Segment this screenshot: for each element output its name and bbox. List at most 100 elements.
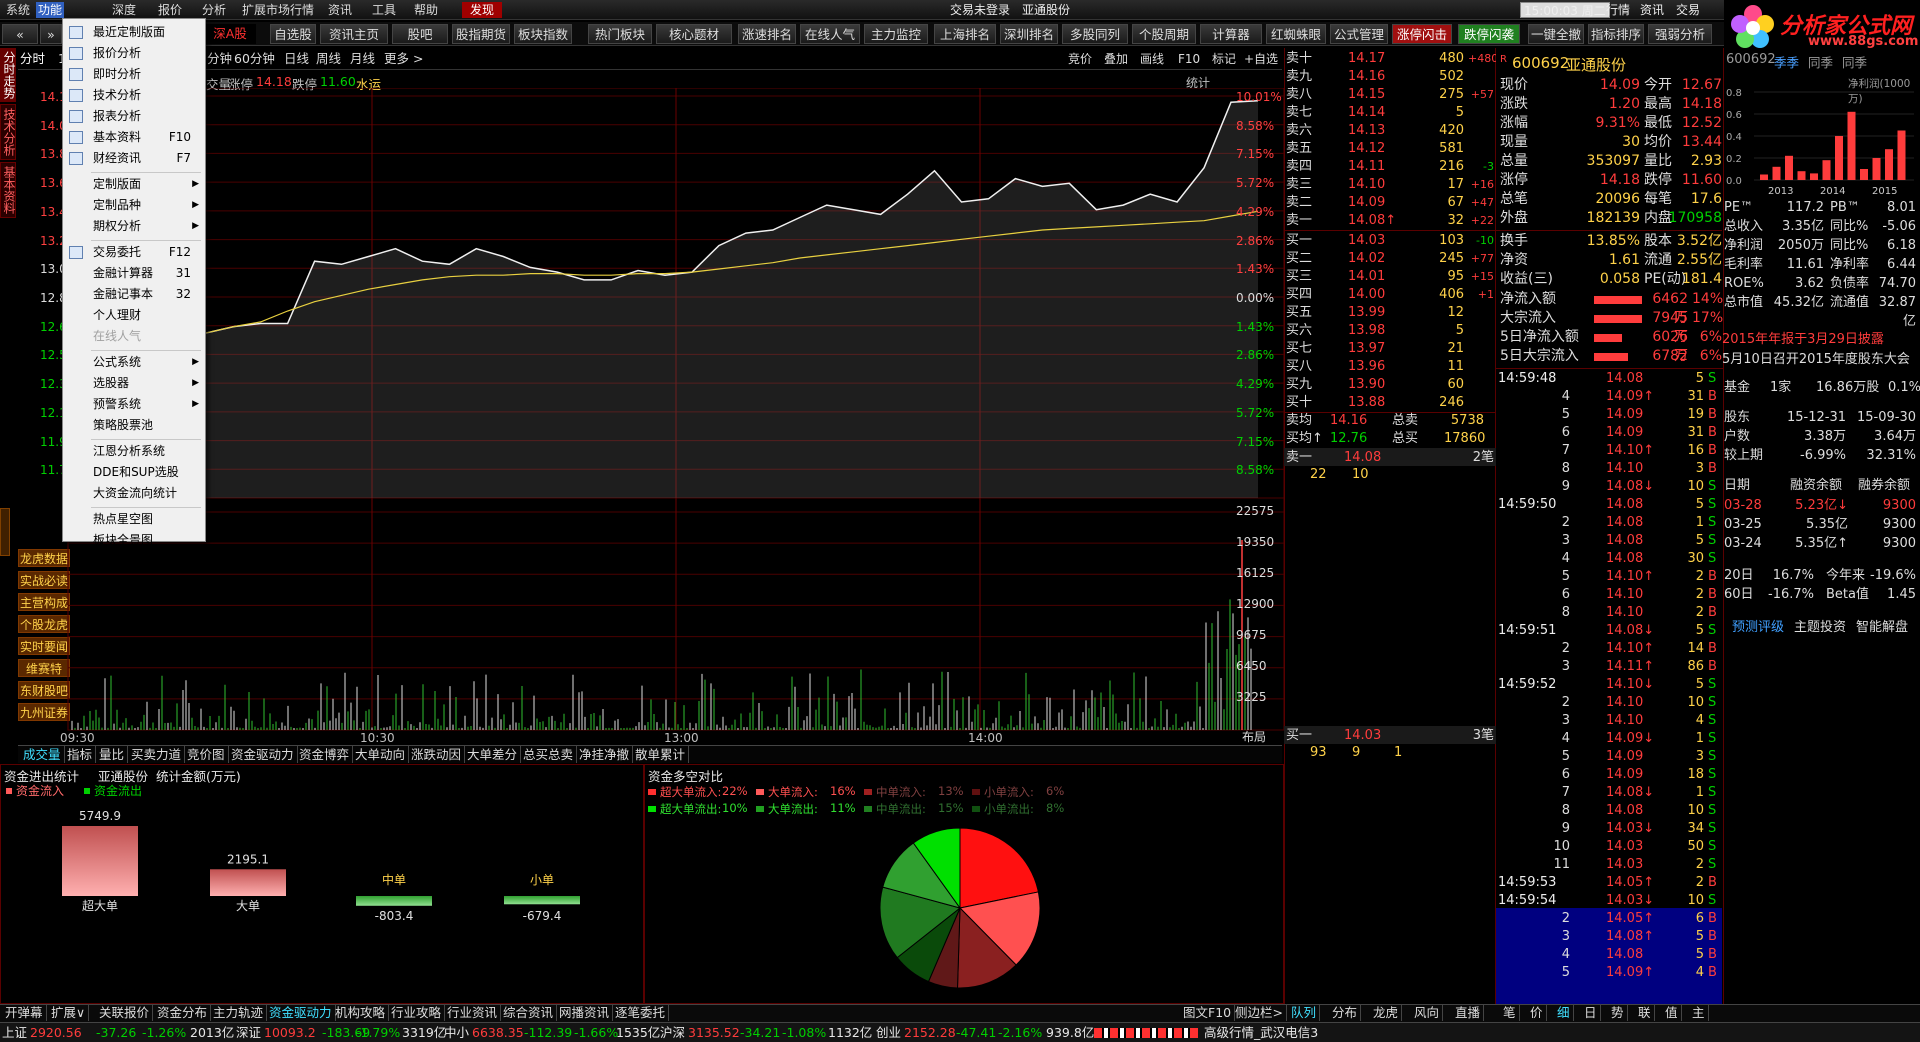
bottom-tab[interactable]: 关联报价 [96, 1004, 154, 1021]
tick-row[interactable]: 14:59:50 14.08 5 S [1496, 496, 1722, 514]
ask-row[interactable]: 卖八 14.15 275 +57 [1284, 86, 1496, 103]
bottom-tab[interactable]: 网播资讯 [556, 1004, 614, 1021]
indicator-tab[interactable]: 买卖力道 [128, 746, 186, 763]
tick-row[interactable]: 9 14.08↓ 10 S [1496, 478, 1722, 496]
ask-row[interactable]: 卖七 14.14 5 [1284, 104, 1496, 121]
dropdown-item[interactable]: 板块全景图 [63, 531, 205, 550]
indicator-tab[interactable]: 大单动向 [352, 746, 410, 763]
tick-bottom-tab[interactable]: 细 [1554, 1004, 1574, 1021]
toolbar-item[interactable]: 深圳排名 [1000, 24, 1058, 44]
tick-row[interactable]: 4 14.09↑ 31 B [1496, 388, 1722, 406]
fr-link[interactable]: 智能解盘 [1856, 616, 1908, 635]
dropdown-item[interactable]: 财经资讯 F7 [63, 149, 205, 168]
sh-label[interactable]: 上证 [2, 1025, 27, 1041]
indicator-tab[interactable]: 指标 [64, 746, 97, 763]
dropdown-item[interactable]: 技术分析 [63, 86, 205, 105]
tick-bottom-tab[interactable]: 价 [1527, 1004, 1547, 1021]
tab-intraday[interactable]: 分时走势 [0, 48, 16, 102]
tick-row[interactable]: 14:59:53 14.05↑ 2 B [1496, 874, 1722, 892]
orderbook-bottom-tab[interactable]: 龙虎 [1370, 1004, 1403, 1021]
bid-row[interactable]: 买五 13.99 12 [1284, 304, 1496, 321]
tick-row[interactable]: 5 14.09 19 B [1496, 406, 1722, 424]
fr-notice-meeting[interactable]: 5月10日召开2015年度股东大会 [1722, 350, 1918, 369]
toolbar-item[interactable]: 涨停闪击 [1392, 24, 1452, 44]
orderbook-bottom-tab[interactable]: 队列 [1288, 1004, 1321, 1021]
dropdown-item[interactable]: 公式系统 ▶ [63, 353, 205, 372]
tool-auction[interactable]: 竞价 [1068, 50, 1092, 68]
toolbar-item[interactable]: 跌停闪袭 [1458, 24, 1520, 44]
tick-row[interactable]: 3 14.10 4 S [1496, 712, 1722, 730]
sz-label[interactable]: 深证 [236, 1025, 261, 1041]
menu-help[interactable]: 帮助 [412, 2, 440, 18]
dropdown-item[interactable]: 选股器 ▶ [63, 374, 205, 393]
menu-right-trade[interactable]: 交易 [1676, 2, 1700, 18]
bid-row[interactable]: 买三 14.01 95 +15 [1284, 268, 1496, 285]
indicator-tab[interactable]: 大单差分 [464, 746, 522, 763]
dropdown-item[interactable]: 定制品种 ▶ [63, 196, 205, 215]
indicator-tab[interactable]: 总买总卖 [520, 746, 578, 763]
toolbar-item[interactable]: 股指期货 [452, 24, 510, 44]
tab-period-day[interactable]: 日线 [284, 50, 309, 68]
tick-row[interactable]: 6 14.09 31 B [1496, 424, 1722, 442]
indicator-tab[interactable]: 资金博弈 [296, 746, 354, 763]
tick-bottom-tab[interactable]: 值 [1662, 1004, 1682, 1021]
ask-row[interactable]: 卖二 14.09 67 +47 [1284, 194, 1496, 211]
dropdown-item[interactable]: 在线人气 [63, 327, 205, 346]
bottom-tab[interactable]: 机构攻略 [332, 1004, 390, 1021]
tool-add-watchlist[interactable]: +自选 [1244, 50, 1278, 68]
tick-row[interactable]: 2 14.08 1 S [1496, 514, 1722, 532]
dropdown-item[interactable]: 大资金流向统计 [63, 484, 205, 503]
toolbar-item[interactable]: 热门板块 [588, 24, 652, 44]
dropdown-item[interactable]: 个人理财 [63, 306, 205, 325]
toolbar-item[interactable]: 资讯主页 [320, 24, 388, 44]
tick-bottom-tab[interactable]: 主 [1689, 1004, 1709, 1021]
tool-f10[interactable]: F10 [1178, 50, 1200, 68]
tab-period-week[interactable]: 周线 [316, 50, 341, 68]
bottom-tab[interactable]: 综合资讯 [500, 1004, 558, 1021]
tick-row[interactable]: 7 14.10↑ 16 B [1496, 442, 1722, 460]
bottom-tab[interactable]: 资金驱动力 [266, 1004, 336, 1021]
tick-row[interactable]: 14:59:52 14.10↓ 5 S [1496, 676, 1722, 694]
tick-bottom-tab[interactable]: 联 [1635, 1004, 1655, 1021]
dropdown-item[interactable]: 江恩分析系统 [63, 442, 205, 461]
bid-row[interactable]: 买一 14.03 103 -10 [1284, 232, 1496, 249]
indicator-tab[interactable]: 散单累计 [632, 746, 690, 763]
bottom-tab[interactable]: 行业攻略 [388, 1004, 446, 1021]
tick-row[interactable]: 4 14.09↓ 1 S [1496, 730, 1722, 748]
login-status[interactable]: 交易未登录 [950, 2, 1010, 18]
side-collapse-handle[interactable] [0, 508, 10, 556]
tick-row[interactable]: 11 14.03 2 S [1496, 856, 1722, 874]
menu-quote[interactable]: 报价 [156, 2, 184, 18]
tab-period-month[interactable]: 月线 [350, 50, 375, 68]
fr-notice-report[interactable]: 2015年年报于3月29日披露 [1722, 330, 1918, 349]
layout-label[interactable]: 布局 [1242, 728, 1266, 745]
fr-tab-3[interactable]: 同季 [1842, 52, 1867, 71]
menu-function[interactable]: 功能 [36, 2, 65, 18]
ask-row[interactable]: 卖九 14.16 502 [1284, 68, 1496, 85]
indicator-tab[interactable]: 净挂净撤 [576, 746, 634, 763]
toolbar-item[interactable]: 涨速排名 [738, 24, 796, 44]
bid-row[interactable]: 买六 13.98 5 [1284, 322, 1496, 339]
bid-row[interactable]: 买二 14.02 245 +77 [1284, 250, 1496, 267]
fr-tab-2[interactable]: 同季 [1808, 52, 1833, 71]
server-name[interactable]: 高级行情_武汉电信3 [1204, 1025, 1318, 1041]
cy-label[interactable]: 创业 [876, 1025, 901, 1041]
toolbar-item[interactable]: 股吧 [392, 24, 448, 44]
ask-row[interactable]: 卖三 14.10 17 +16 [1284, 176, 1496, 193]
tick-row[interactable]: 14:59:48 14.08 5 S [1496, 370, 1722, 388]
toolbar-item[interactable]: 公式管理 [1330, 24, 1388, 44]
tick-row[interactable]: 2 14.10↑ 14 B [1496, 640, 1722, 658]
intraday-chart[interactable]: 09:30 10:30 13:00 14:00 [18, 88, 1284, 744]
indicator-tab[interactable]: 竞价图 [184, 746, 229, 763]
toolbar-item[interactable]: 多股同列 [1062, 24, 1128, 44]
menu-analysis[interactable]: 分析 [200, 2, 228, 18]
market-fragment[interactable]: 深A股 [204, 24, 256, 44]
bottom-tab-sidebar[interactable]: 侧边栏> [1232, 1004, 1287, 1021]
tick-row[interactable]: 10 14.03 50 S [1496, 838, 1722, 856]
menu-discover[interactable]: 发现 [462, 2, 503, 18]
tick-bottom-tab[interactable]: 笔 [1500, 1004, 1520, 1021]
toolbar-item[interactable]: 计算器 [1200, 24, 1262, 44]
bottom-tab[interactable]: 资金分布 [154, 1004, 212, 1021]
bottom-tab[interactable]: 逐笔委托 [612, 1004, 670, 1021]
tick-row[interactable]: 3 14.11↑ 86 B [1496, 658, 1722, 676]
